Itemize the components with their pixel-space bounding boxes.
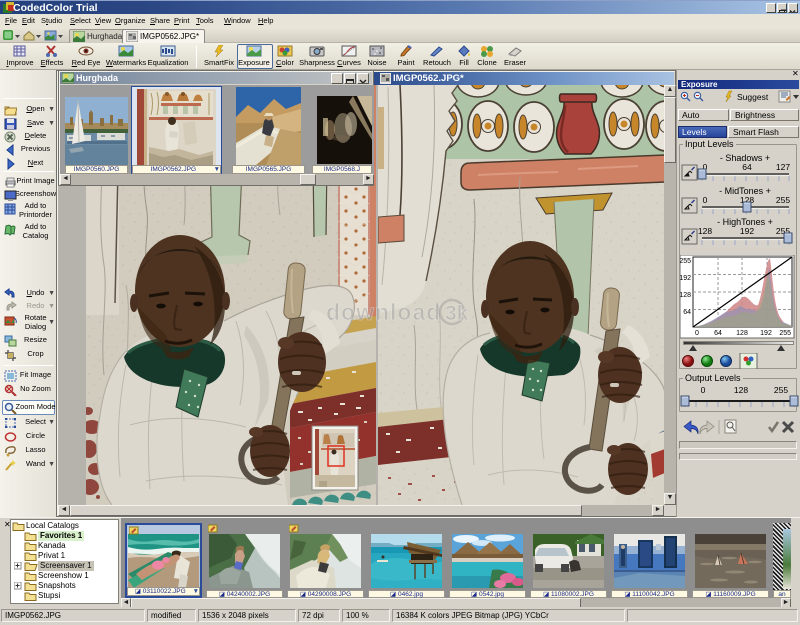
svg-text:128: 128 [736, 330, 748, 337]
svg-text:3k: 3k [445, 302, 469, 325]
svg-text:128: 128 [698, 226, 712, 236]
svg-text:64: 64 [742, 162, 752, 172]
svg-text:255: 255 [680, 258, 691, 265]
svg-text:255: 255 [776, 195, 790, 205]
svg-text:192: 192 [760, 330, 772, 337]
svg-text:0: 0 [701, 385, 706, 395]
svg-text:255: 255 [774, 385, 788, 395]
svg-text:0: 0 [703, 195, 708, 205]
svg-text:128: 128 [680, 292, 691, 299]
svg-text:64: 64 [683, 309, 691, 316]
svg-text:192: 192 [740, 226, 754, 236]
svg-text:0: 0 [695, 330, 699, 337]
svg-text:128: 128 [734, 385, 748, 395]
svg-text:255: 255 [779, 330, 791, 337]
svg-text:192: 192 [680, 275, 691, 282]
svg-text:download: download [326, 299, 441, 325]
svg-text:64: 64 [714, 330, 722, 337]
svg-text:127: 127 [776, 162, 790, 172]
